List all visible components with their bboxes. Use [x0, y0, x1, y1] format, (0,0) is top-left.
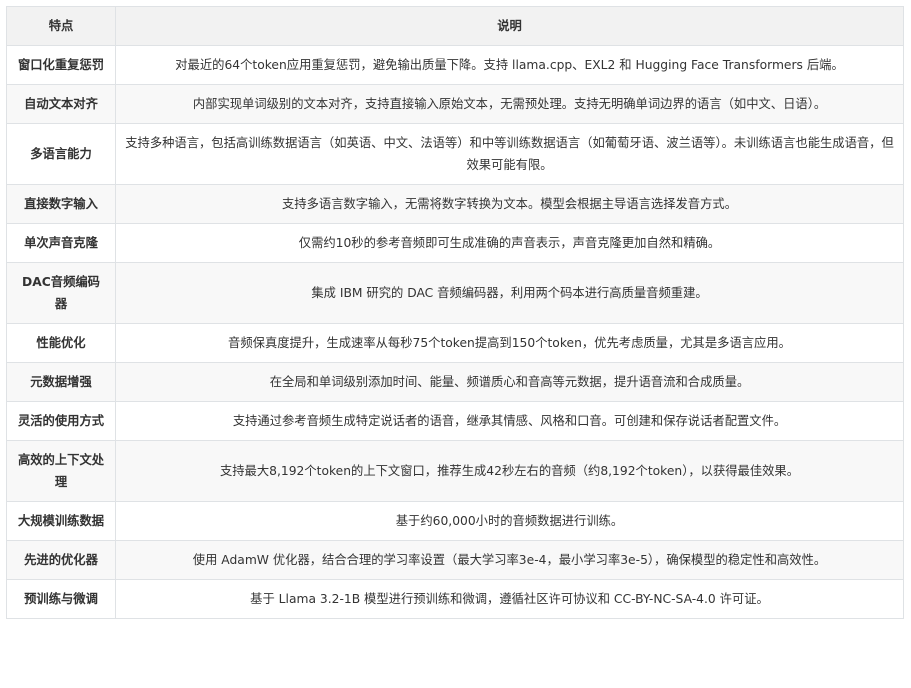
table-row: 单次声音克隆 仅需约10秒的参考音频即可生成准确的声音表示，声音克隆更加自然和精确…: [6, 223, 904, 263]
table-row: 高效的上下文处理 支持最大8,192个token的上下文窗口，推荐生成42秒左右的…: [6, 440, 904, 502]
description-cell: 支持最大8,192个token的上下文窗口，推荐生成42秒左右的音频（约8,19…: [115, 440, 904, 502]
table-row: 大规模训练数据 基于约60,000小时的音频数据进行训练。: [6, 501, 904, 541]
feature-table: 特点 说明 窗口化重复惩罚 对最近的64个token应用重复惩罚，避免输出质量下降…: [6, 6, 904, 619]
description-cell: 支持多语言数字输入，无需将数字转换为文本。模型会根据主导语言选择发音方式。: [115, 184, 904, 224]
feature-cell: 先进的优化器: [6, 540, 116, 580]
description-cell: 对最近的64个token应用重复惩罚，避免输出质量下降。支持 llama.cpp…: [115, 45, 904, 85]
table-row: 直接数字输入 支持多语言数字输入，无需将数字转换为文本。模型会根据主导语言选择发音…: [6, 184, 904, 224]
feature-table-container: 特点 说明 窗口化重复惩罚 对最近的64个token应用重复惩罚，避免输出质量下降…: [6, 6, 904, 619]
description-cell: 基于约60,000小时的音频数据进行训练。: [115, 501, 904, 541]
table-row: 性能优化 音频保真度提升，生成速率从每秒75个token提高到150个token，…: [6, 323, 904, 363]
description-cell: 支持多种语言，包括高训练数据语言（如英语、中文、法语等）和中等训练数据语言（如葡…: [115, 123, 904, 185]
table-row: 窗口化重复惩罚 对最近的64个token应用重复惩罚，避免输出质量下降。支持 ll…: [6, 45, 904, 85]
table-row: 元数据增强 在全局和单词级别添加时间、能量、频谱质心和音高等元数据，提升语音流和合…: [6, 362, 904, 402]
table-row: 预训练与微调 基于 Llama 3.2-1B 模型进行预训练和微调，遵循社区许可协…: [6, 579, 904, 619]
feature-cell: 灵活的使用方式: [6, 401, 116, 441]
table-row: 多语言能力 支持多种语言，包括高训练数据语言（如英语、中文、法语等）和中等训练数据…: [6, 123, 904, 185]
feature-cell: 多语言能力: [6, 123, 116, 185]
header-feature: 特点: [6, 6, 116, 46]
table-row: 自动文本对齐 内部实现单词级别的文本对齐，支持直接输入原始文本，无需预处理。支持无…: [6, 84, 904, 124]
feature-cell: DAC音频编码器: [6, 262, 116, 324]
feature-cell: 高效的上下文处理: [6, 440, 116, 502]
feature-cell: 性能优化: [6, 323, 116, 363]
feature-cell: 窗口化重复惩罚: [6, 45, 116, 85]
description-cell: 支持通过参考音频生成特定说话者的语音，继承其情感、风格和口音。可创建和保存说话者…: [115, 401, 904, 441]
table-row: 先进的优化器 使用 AdamW 优化器，结合合理的学习率设置（最大学习率3e-4，…: [6, 540, 904, 580]
feature-cell: 预训练与微调: [6, 579, 116, 619]
header-description: 说明: [115, 6, 904, 46]
table-header: 特点 说明: [6, 6, 904, 46]
description-cell: 基于 Llama 3.2-1B 模型进行预训练和微调，遵循社区许可协议和 CC-…: [115, 579, 904, 619]
table-row: 灵活的使用方式 支持通过参考音频生成特定说话者的语音，继承其情感、风格和口音。可创…: [6, 401, 904, 441]
description-cell: 音频保真度提升，生成速率从每秒75个token提高到150个token，优先考虑…: [115, 323, 904, 363]
feature-cell: 直接数字输入: [6, 184, 116, 224]
header-row: 特点 说明: [6, 6, 904, 46]
feature-cell: 元数据增强: [6, 362, 116, 402]
table-row: DAC音频编码器 集成 IBM 研究的 DAC 音频编码器，利用两个码本进行高质量…: [6, 262, 904, 324]
feature-cell: 单次声音克隆: [6, 223, 116, 263]
description-cell: 仅需约10秒的参考音频即可生成准确的声音表示，声音克隆更加自然和精确。: [115, 223, 904, 263]
description-cell: 集成 IBM 研究的 DAC 音频编码器，利用两个码本进行高质量音频重建。: [115, 262, 904, 324]
description-cell: 在全局和单词级别添加时间、能量、频谱质心和音高等元数据，提升语音流和合成质量。: [115, 362, 904, 402]
feature-cell: 大规模训练数据: [6, 501, 116, 541]
description-cell: 使用 AdamW 优化器，结合合理的学习率设置（最大学习率3e-4，最小学习率3…: [115, 540, 904, 580]
feature-cell: 自动文本对齐: [6, 84, 116, 124]
table-body: 窗口化重复惩罚 对最近的64个token应用重复惩罚，避免输出质量下降。支持 ll…: [6, 45, 904, 619]
description-cell: 内部实现单词级别的文本对齐，支持直接输入原始文本，无需预处理。支持无明确单词边界…: [115, 84, 904, 124]
